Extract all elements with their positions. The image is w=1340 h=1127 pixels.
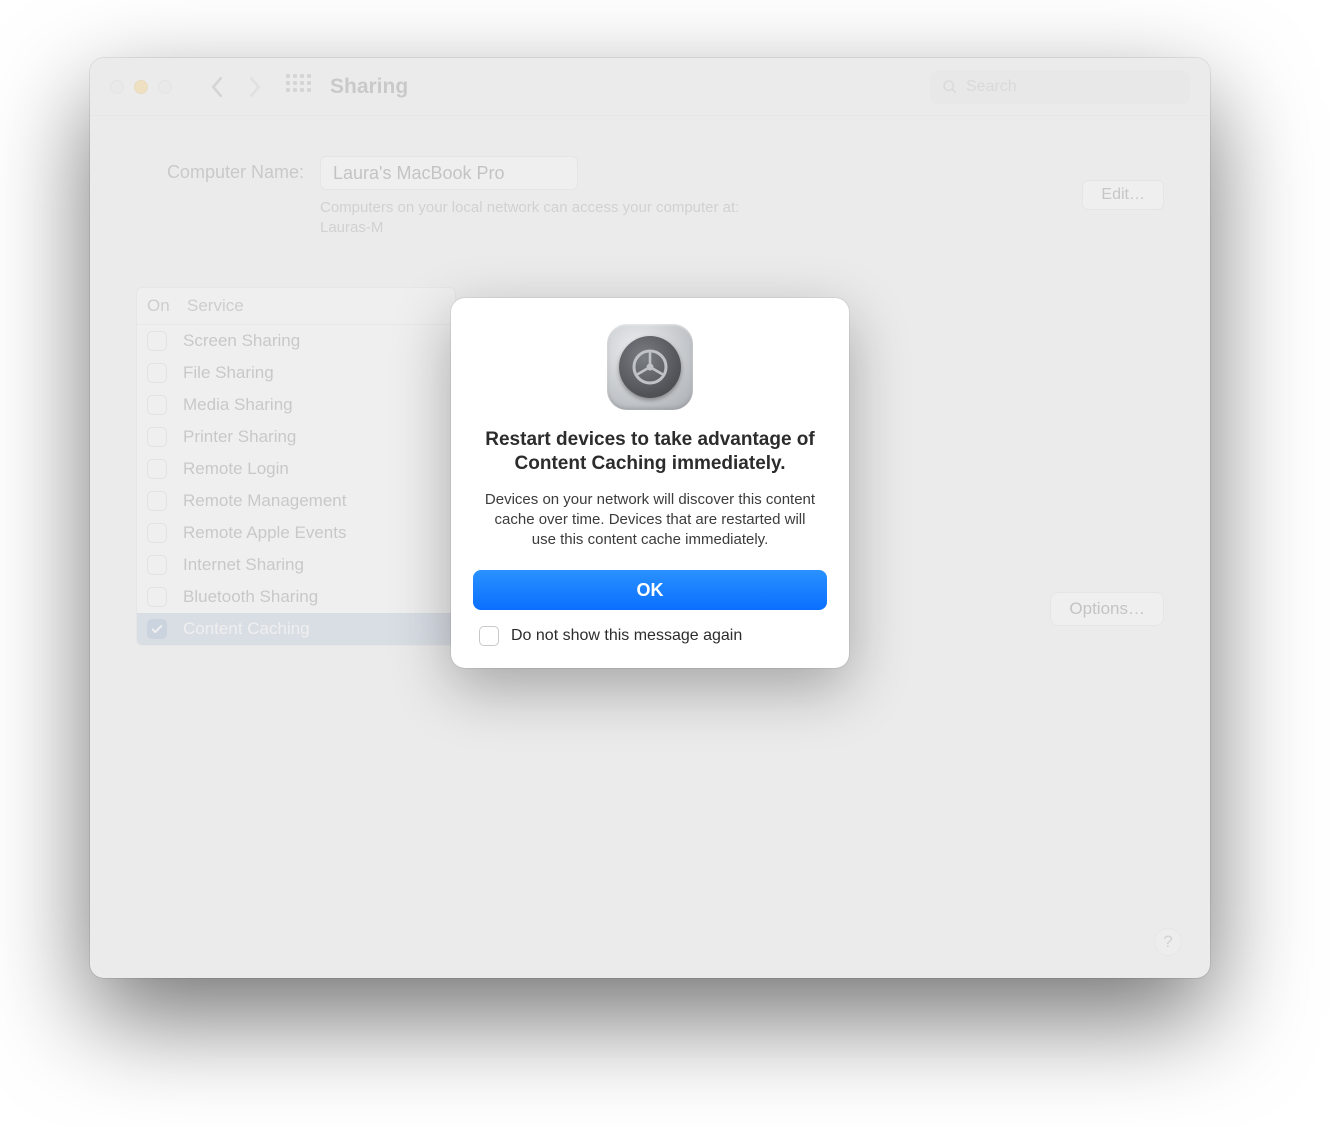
service-checkbox[interactable] xyxy=(147,363,167,383)
service-row[interactable]: Printer Sharing xyxy=(137,421,455,453)
search-icon xyxy=(942,79,958,95)
do-not-show-checkbox[interactable] xyxy=(479,626,499,646)
service-row[interactable]: Media Sharing xyxy=(137,389,455,421)
service-checkbox[interactable] xyxy=(147,427,167,447)
service-row[interactable]: Content Caching xyxy=(137,613,455,645)
service-label: Media Sharing xyxy=(183,395,293,415)
service-checkbox[interactable] xyxy=(147,459,167,479)
back-button[interactable] xyxy=(200,70,234,104)
service-checkbox[interactable] xyxy=(147,491,167,511)
page-title: Sharing xyxy=(330,75,408,99)
services-table: On Service Screen Sharing File Sharing Med… xyxy=(136,287,456,646)
traffic-lights xyxy=(110,80,172,94)
restart-dialog: Restart devices to take advantage of Con… xyxy=(451,298,849,668)
ok-button[interactable]: OK xyxy=(473,570,827,610)
service-label: Printer Sharing xyxy=(183,427,296,447)
titlebar: Sharing Search xyxy=(90,58,1210,116)
search-placeholder: Search xyxy=(966,78,1017,96)
service-row[interactable]: Remote Management xyxy=(137,485,455,517)
service-checkbox[interactable] xyxy=(147,619,167,639)
forward-button[interactable] xyxy=(238,70,272,104)
edit-button[interactable]: Edit… xyxy=(1082,180,1164,210)
header-on: On xyxy=(147,296,187,316)
hint-line1: Computers on your local network can acce… xyxy=(320,198,1046,218)
minimize-icon[interactable] xyxy=(134,80,148,94)
service-row[interactable]: Bluetooth Sharing xyxy=(137,581,455,613)
preferences-window: Sharing Search Computer Name: Computers … xyxy=(90,58,1210,978)
service-label: Bluetooth Sharing xyxy=(183,587,318,607)
service-label: Remote Login xyxy=(183,459,289,479)
help-button[interactable]: ? xyxy=(1154,928,1182,956)
options-button[interactable]: Options… xyxy=(1050,592,1164,626)
service-row[interactable]: Screen Sharing xyxy=(137,325,455,357)
service-row[interactable]: Internet Sharing xyxy=(137,549,455,581)
service-label: Remote Apple Events xyxy=(183,523,346,543)
service-label: Remote Management xyxy=(183,491,346,511)
do-not-show-label: Do not show this message again xyxy=(511,627,742,645)
dialog-body: Devices on your network will discover th… xyxy=(473,490,827,551)
service-checkbox[interactable] xyxy=(147,395,167,415)
service-checkbox[interactable] xyxy=(147,331,167,351)
service-label: Content Caching xyxy=(183,619,310,639)
zoom-icon[interactable] xyxy=(158,80,172,94)
search-input[interactable]: Search xyxy=(930,70,1190,104)
service-row[interactable]: File Sharing xyxy=(137,357,455,389)
service-label: Screen Sharing xyxy=(183,331,300,351)
service-checkbox[interactable] xyxy=(147,523,167,543)
close-icon[interactable] xyxy=(110,80,124,94)
computer-name-label: Computer Name: xyxy=(136,156,304,183)
gear-icon xyxy=(626,343,674,391)
service-label: File Sharing xyxy=(183,363,274,383)
service-row[interactable]: Remote Login xyxy=(137,453,455,485)
service-row[interactable]: Remote Apple Events xyxy=(137,517,455,549)
service-checkbox[interactable] xyxy=(147,555,167,575)
computer-name-field[interactable] xyxy=(320,156,578,190)
hint-line2: Lauras-M xyxy=(320,218,1046,238)
show-all-icon[interactable] xyxy=(286,74,312,100)
service-label: Internet Sharing xyxy=(183,555,304,575)
header-service: Service xyxy=(187,296,244,316)
service-checkbox[interactable] xyxy=(147,587,167,607)
dialog-title: Restart devices to take advantage of Con… xyxy=(473,428,827,476)
system-preferences-icon xyxy=(607,324,693,410)
